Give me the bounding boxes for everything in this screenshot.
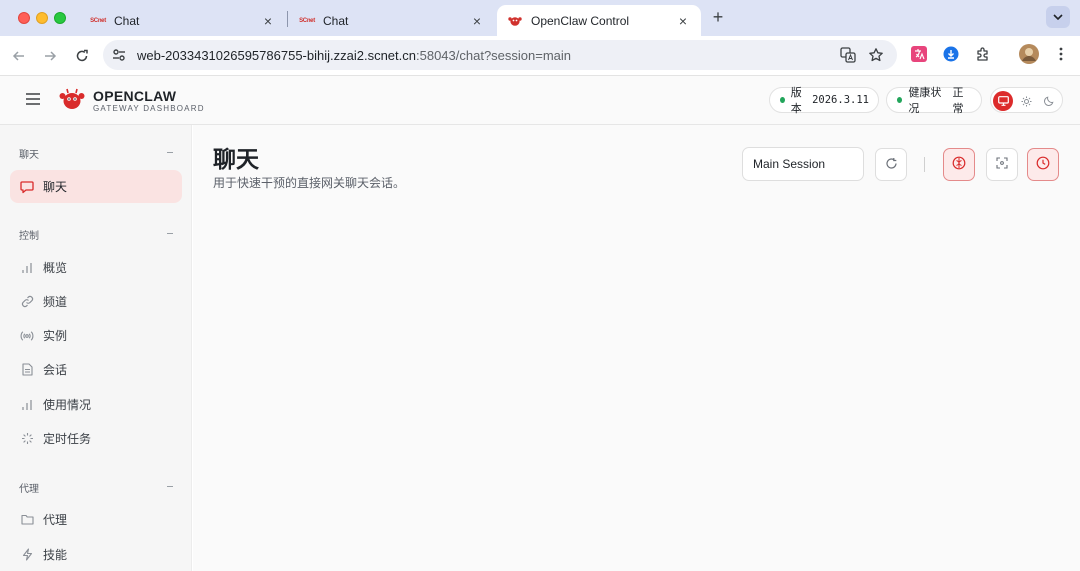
status-dot-icon — [897, 97, 903, 103]
theme-dark-moon-icon[interactable] — [1039, 91, 1059, 111]
sidebar-item-agents[interactable]: 代理 — [10, 503, 182, 536]
scnet-favicon-icon: SCnet — [299, 17, 315, 24]
tab-title: OpenClaw Control — [531, 13, 630, 28]
menu-toggle-icon[interactable] — [26, 93, 40, 105]
sidebar-item-label: 使用情况 — [43, 398, 92, 412]
sidebar-item-chat[interactable]: 聊天 — [10, 170, 182, 203]
sidebar-item-skills[interactable]: 技能 — [10, 538, 182, 571]
sidebar-item-label: 聊天 — [43, 180, 68, 194]
profile-avatar[interactable] — [1019, 44, 1039, 64]
status-dot-icon — [780, 97, 785, 103]
brand-title: OPENCLAW — [93, 88, 177, 104]
sidebar-item-label: 频道 — [43, 295, 68, 309]
openclaw-favicon-icon — [507, 16, 523, 26]
thinking-toggle-button[interactable] — [943, 148, 975, 181]
reload-icon[interactable] — [72, 46, 92, 66]
app-header: OPENCLAW GATEWAY DASHBOARD 版本 2026.3.11 … — [0, 76, 1080, 125]
page-title: 聊天 — [213, 146, 259, 172]
browser-tab-openclaw-control[interactable]: OpenClaw Control × — [497, 5, 701, 36]
loader-icon — [20, 432, 34, 446]
theme-system-monitor-icon[interactable] — [993, 91, 1013, 111]
radio-icon — [20, 329, 34, 343]
page-subtitle: 用于快速干预的直接网关聊天会话。 — [213, 176, 406, 190]
session-select[interactable]: Main Session — [742, 147, 864, 181]
window-zoom-button[interactable] — [54, 12, 66, 24]
collapse-section-icon[interactable] — [167, 233, 173, 234]
version-value: 2026.3.11 — [812, 94, 869, 106]
sidebar-item-label: 技能 — [43, 548, 68, 562]
brain-icon — [952, 156, 966, 173]
zap-icon — [20, 548, 34, 562]
browser-tab-strip: SCnet Chat × SCnet Chat × OpenClaw Contr… — [0, 0, 1080, 36]
browser-tab-chat-2[interactable]: SCnet Chat × — [289, 5, 495, 36]
refresh-button[interactable] — [875, 148, 907, 181]
toolbar-divider — [924, 157, 925, 172]
sidebar-section-agents: 代理 — [19, 484, 39, 495]
sidebar-item-usage[interactable]: 使用情况 — [10, 388, 182, 421]
tab-title: Chat — [114, 13, 140, 28]
folder-icon — [20, 513, 34, 527]
health-label: 健康状况 — [908, 87, 942, 115]
new-tab-icon[interactable]: + — [708, 7, 728, 27]
focus-scan-icon — [996, 157, 1008, 172]
tab-close-icon[interactable]: × — [469, 13, 485, 29]
sidebar-item-channels[interactable]: 频道 — [10, 285, 182, 318]
sidebar-item-label: 代理 — [43, 513, 68, 527]
clock-icon — [1036, 156, 1050, 173]
history-toggle-button[interactable] — [1027, 148, 1059, 181]
tab-search-chevron-icon[interactable] — [1046, 6, 1070, 28]
url-path: :58043/chat?session=main — [416, 48, 572, 63]
window-minimize-button[interactable] — [36, 12, 48, 24]
url-text: web-2033431026595786755-bihij.zzai2.scne… — [137, 48, 571, 63]
sidebar-item-label: 定时任务 — [43, 432, 92, 446]
health-value: 正常 — [952, 87, 964, 115]
window-close-button[interactable] — [18, 12, 30, 24]
download-extension-icon[interactable] — [942, 45, 960, 63]
tab-title: Chat — [323, 13, 349, 28]
sidebar-item-label: 概览 — [43, 261, 68, 275]
document-icon — [20, 363, 34, 377]
sidebar-item-sessions[interactable]: 会话 — [10, 353, 182, 386]
sidebar-item-label: 实例 — [43, 329, 68, 343]
refresh-icon — [885, 157, 898, 173]
tab-close-icon[interactable]: × — [675, 13, 691, 29]
tab-divider — [287, 11, 288, 27]
browser-toolbar: web-2033431026595786755-bihij.zzai2.scne… — [0, 36, 1080, 76]
sidebar: 聊天 聊天 控制 概览 频道 实例 会话 使用情况 定时任务 代理 代理 技能 — [0, 125, 192, 571]
message-icon — [20, 180, 34, 194]
extensions-puzzle-icon[interactable] — [974, 45, 992, 63]
site-settings-icon[interactable] — [111, 47, 127, 66]
back-arrow-icon[interactable] — [9, 46, 29, 66]
sidebar-item-instances[interactable]: 实例 — [10, 319, 182, 352]
sidebar-section-control: 控制 — [19, 231, 39, 242]
theme-light-sun-icon[interactable] — [1016, 91, 1036, 111]
url-host: web-2033431026595786755-bihij.zzai2.scne… — [137, 48, 416, 63]
bar-chart-icon — [20, 398, 34, 412]
theme-switcher — [990, 87, 1063, 113]
address-bar[interactable]: web-2033431026595786755-bihij.zzai2.scne… — [103, 40, 897, 70]
bar-chart-icon — [20, 261, 34, 275]
sidebar-item-cron-jobs[interactable]: 定时任务 — [10, 422, 182, 455]
sidebar-item-overview[interactable]: 概览 — [10, 251, 182, 284]
link-icon — [20, 295, 34, 309]
focus-mode-button[interactable] — [986, 148, 1018, 181]
translate-extension-icon[interactable] — [910, 45, 928, 63]
health-badge: 健康状况 正常 — [886, 87, 982, 115]
translate-icon[interactable] — [840, 47, 856, 66]
collapse-section-icon[interactable] — [167, 152, 173, 153]
forward-arrow-icon[interactable] — [40, 46, 60, 66]
sidebar-item-label: 会话 — [43, 363, 68, 377]
openclaw-logo-icon — [59, 87, 85, 114]
version-badge: 版本 2026.3.11 — [769, 87, 879, 115]
bookmark-star-icon[interactable] — [868, 47, 884, 66]
main-content: 聊天 用于快速干预的直接网关聊天会话。 Main Session — [193, 125, 1080, 571]
sidebar-section-chat: 聊天 — [19, 150, 39, 161]
tab-close-icon[interactable]: × — [260, 13, 276, 29]
version-label: 版本 — [790, 87, 802, 115]
brand-subtitle: GATEWAY DASHBOARD — [93, 104, 205, 113]
browser-tab-chat-1[interactable]: SCnet Chat × — [80, 5, 286, 36]
browser-menu-icon[interactable] — [1052, 45, 1070, 63]
scnet-favicon-icon: SCnet — [90, 17, 106, 24]
collapse-section-icon[interactable] — [167, 486, 173, 487]
